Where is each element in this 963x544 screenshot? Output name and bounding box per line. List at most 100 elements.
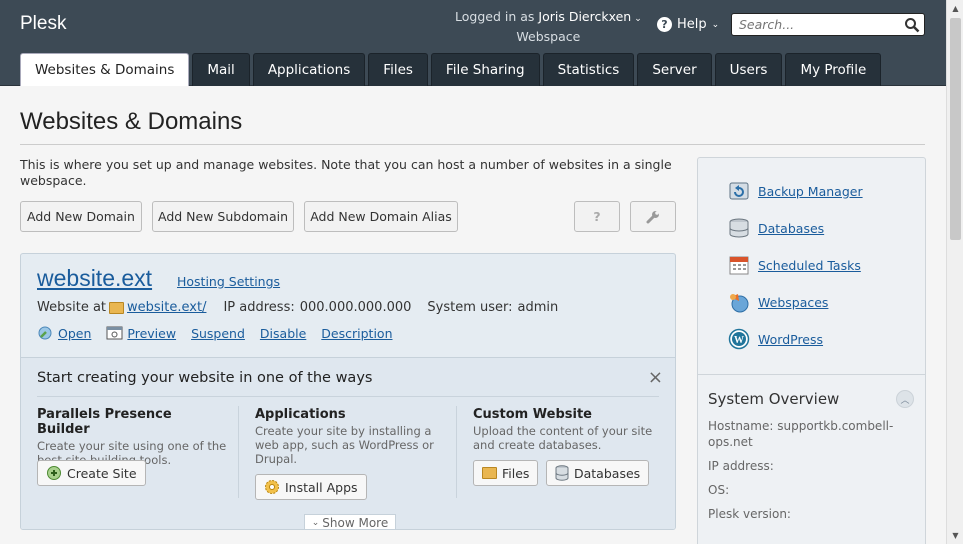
website-path-link[interactable]: website.ext/ (127, 300, 206, 315)
column-divider (238, 406, 239, 498)
custom-title: Custom Website (473, 407, 592, 422)
files-label[interactable]: Files (502, 466, 529, 481)
backup-icon (729, 182, 749, 200)
scroll-thumb[interactable] (950, 18, 961, 240)
login-info: Logged in as Joris Dierckxen ⌄ Webspace (455, 8, 642, 46)
svg-text:W: W (734, 335, 744, 346)
vertical-scrollbar[interactable]: ▲ ▼ (946, 0, 963, 544)
add-new-domain-button[interactable]: Add New Domain (20, 201, 142, 232)
builder-title: Parallels Presence Builder (37, 407, 172, 437)
tab-statistics[interactable]: Statistics (542, 53, 635, 86)
os-label: OS: (708, 483, 730, 497)
main-tabs: Websites & Domains Mail Applications Fil… (20, 53, 882, 86)
create-site-button[interactable]: Create Site (37, 460, 146, 486)
plesk-version-label: Plesk version: (708, 507, 791, 521)
domain-name-link[interactable]: website.ext (37, 265, 152, 292)
page-description: This is where you set up and manage webs… (20, 157, 672, 188)
disable-link[interactable]: Disable (260, 326, 306, 341)
help-button[interactable]: ? (574, 201, 620, 232)
webspaces-icon (730, 294, 749, 313)
search-icon[interactable] (904, 17, 920, 33)
add-new-domain-alias-button[interactable]: Add New Domain Alias (304, 201, 458, 232)
plesk-logo[interactable]: Plesk (20, 13, 66, 35)
tab-file-sharing[interactable]: File Sharing (430, 53, 540, 86)
hostname-row: Hostname: supportkb.combell-ops.net (708, 418, 908, 450)
show-more-button[interactable]: ⌄ Show More (304, 514, 396, 529)
domain-card: website.ext Hosting Settings Website at … (20, 253, 676, 530)
create-site-icon (47, 466, 61, 480)
custom-text: Upload the content of your site and crea… (473, 424, 653, 452)
search-box[interactable] (731, 13, 925, 36)
tab-users[interactable]: Users (714, 53, 783, 86)
help-label[interactable]: Help (677, 17, 707, 32)
collapse-icon[interactable]: ︿ (896, 390, 914, 408)
scroll-down-icon[interactable]: ▼ (947, 527, 963, 544)
preview-link[interactable]: Preview (127, 326, 176, 341)
wordpress-icon: W (728, 328, 750, 350)
chevron-down-icon: ⌄ (311, 518, 320, 528)
custom-column: Custom Website Upload the content of you… (473, 407, 663, 452)
scroll-up-icon[interactable]: ▲ (947, 0, 963, 17)
right-sidebar: Backup Manager Databases Scheduled Tasks… (697, 157, 926, 544)
suspend-link[interactable]: Suspend (191, 326, 245, 341)
gear-icon (265, 480, 279, 494)
database-icon (729, 218, 749, 238)
chevron-down-icon: ⌄ (711, 19, 720, 30)
logged-in-label: Logged in as (455, 9, 535, 24)
apps-title: Applications (255, 407, 346, 422)
sidebar-item-wordpress[interactable]: W WordPress (728, 328, 823, 350)
description-link[interactable]: Description (321, 326, 392, 341)
tab-server[interactable]: Server (637, 53, 712, 86)
open-link[interactable]: Open (58, 326, 91, 341)
domain-actions: Open Preview Suspend Disable Description (37, 325, 393, 341)
sidebar-item-scheduled-tasks[interactable]: Scheduled Tasks (728, 254, 861, 276)
apps-column: Applications Create your site by install… (255, 407, 445, 466)
sidebar-item-backup-manager[interactable]: Backup Manager (728, 180, 863, 202)
ip-label: IP address: (223, 300, 295, 315)
start-creating-panel: Start creating your website in one of th… (21, 357, 675, 529)
tab-my-profile[interactable]: My Profile (785, 53, 882, 86)
folder-icon (482, 467, 497, 479)
install-apps-label[interactable]: Install Apps (285, 480, 358, 495)
sidebar-item-webspaces[interactable]: Webspaces (728, 291, 828, 313)
tab-websites-domains[interactable]: Websites & Domains (20, 53, 190, 86)
wrench-icon (646, 210, 659, 223)
sidebar-item-label[interactable]: Backup Manager (758, 184, 863, 199)
system-user-label: System user: (427, 300, 513, 315)
system-user-value: admin (517, 300, 559, 315)
create-site-label[interactable]: Create Site (67, 466, 137, 481)
sidebar-item-label[interactable]: Scheduled Tasks (758, 258, 861, 273)
close-icon[interactable]: × (648, 367, 663, 388)
divider (37, 396, 659, 397)
help-icon: ? (657, 17, 672, 32)
header: Plesk Logged in as Joris Dierckxen ⌄ Webs… (0, 0, 946, 86)
folder-icon (109, 301, 125, 314)
databases-label[interactable]: Databases (574, 466, 640, 481)
sidebar-item-label[interactable]: WordPress (758, 332, 823, 347)
tab-mail[interactable]: Mail (192, 53, 250, 86)
tab-files[interactable]: Files (368, 53, 428, 86)
databases-button[interactable]: Databases (546, 460, 650, 486)
divider (698, 374, 925, 375)
hosting-settings-link[interactable]: Hosting Settings (177, 274, 280, 289)
show-more-label[interactable]: Show More (322, 516, 388, 529)
search-input[interactable] (732, 14, 892, 35)
sidebar-item-label[interactable]: Databases (758, 221, 824, 236)
help-menu[interactable]: ? Help ⌄ (657, 17, 719, 32)
title-divider (20, 144, 925, 145)
domain-info: Website at website.ext/ IP address: 000.… (37, 300, 558, 315)
add-new-subdomain-button[interactable]: Add New Subdomain (152, 201, 294, 232)
settings-button[interactable] (630, 201, 676, 232)
hostname-label: Hostname: (708, 419, 774, 433)
question-icon: ? (593, 209, 601, 224)
install-apps-button[interactable]: Install Apps (255, 474, 367, 500)
ip-value: 000.000.000.000 (299, 300, 412, 315)
user-name[interactable]: Joris Dierckxen (538, 9, 631, 24)
open-icon (38, 326, 52, 340)
chevron-down-icon: ⌄ (634, 14, 642, 24)
files-button[interactable]: Files (473, 460, 539, 486)
tab-applications[interactable]: Applications (252, 53, 366, 86)
sidebar-item-label[interactable]: Webspaces (758, 295, 828, 310)
sidebar-item-databases[interactable]: Databases (728, 217, 824, 239)
user-menu[interactable]: Joris Dierckxen ⌄ (538, 9, 641, 24)
